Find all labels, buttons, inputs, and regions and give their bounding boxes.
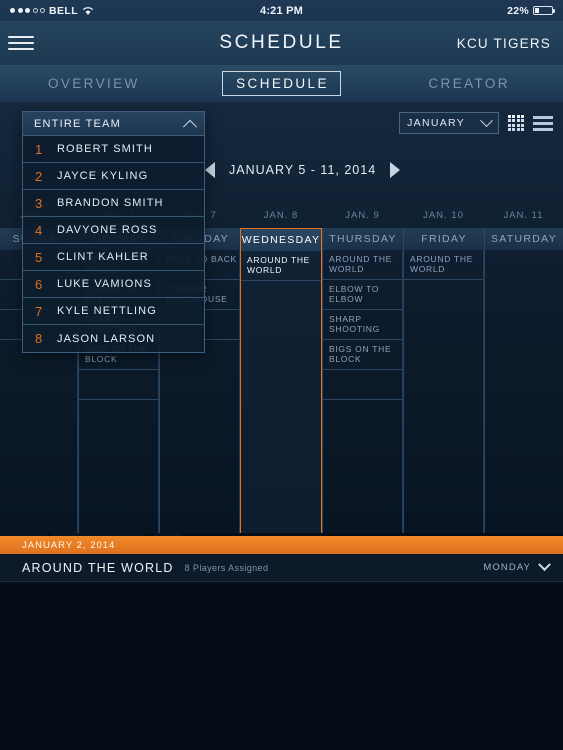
player-number: 6 [35, 276, 43, 292]
day-events: AROUND THE WORLD [241, 251, 321, 533]
players-assigned-label: 8 Players Assigned [184, 562, 269, 573]
chevron-down-icon [480, 113, 493, 127]
player-row[interactable]: 3 BRANDON SMITH [23, 190, 204, 217]
caret-right-icon[interactable] [390, 162, 401, 178]
date-label: JAN. 11 [503, 210, 544, 221]
tab-creator[interactable]: CREATOR [375, 76, 563, 91]
player-number: 3 [35, 195, 43, 211]
page-background [0, 582, 563, 750]
tab-schedule-label: SCHEDULE [222, 71, 341, 96]
month-select-value: JANUARY [407, 117, 466, 129]
day-header-label: THURSDAY [329, 233, 397, 245]
tab-bar: OVERVIEW SCHEDULE CREATOR [0, 65, 563, 103]
player-name: BRANDON SMITH [57, 197, 164, 209]
nav-bar: SCHEDULE KCU TIGERS [0, 21, 563, 65]
event-item[interactable]: SHARP SHOOTING [323, 310, 402, 340]
tab-overview-label: OVERVIEW [47, 76, 140, 91]
player-row[interactable]: 1 ROBERT SMITH [23, 136, 204, 163]
detail-date-band: JANUARY 2, 2014 [0, 536, 563, 554]
drill-detail-row[interactable]: AROUND THE WORLD 8 Players Assigned MOND… [0, 554, 563, 582]
roster-dropdown-header[interactable]: ENTIRE TEAM [23, 112, 204, 136]
player-name: ROBERT SMITH [57, 143, 153, 155]
team-roster-dropdown: ENTIRE TEAM 1 ROBERT SMITH 2 JAYCE KYLIN… [22, 111, 205, 353]
week-navigator: JANUARY 5 - 11, 2014 [205, 162, 401, 178]
tab-overview[interactable]: OVERVIEW [0, 76, 188, 91]
player-number: 4 [35, 222, 43, 238]
empty-slot[interactable] [79, 370, 158, 400]
tab-creator-label: CREATOR [428, 76, 510, 91]
day-column-thursday[interactable]: THURSDAY AROUND THE WORLD ELBOW TO ELBOW… [322, 228, 403, 533]
day-events [485, 250, 563, 533]
player-name: JAYCE KYLING [57, 170, 149, 182]
detail-date-label: JANUARY 2, 2014 [22, 539, 116, 551]
schedule-content: JANUARY JANUARY 5 - 11, 2014 JAN. 5 JAN.… [0, 103, 563, 533]
player-number: 2 [35, 168, 43, 184]
day-column-wednesday[interactable]: WEDNESDAY AROUND THE WORLD [240, 228, 322, 533]
player-row[interactable]: 6 LUKE VAMIONS [23, 271, 204, 298]
date-label: JAN. 10 [423, 210, 464, 221]
player-number: 7 [35, 303, 43, 319]
player-row[interactable]: 5 CLINT KAHLER [23, 244, 204, 271]
day-column-friday[interactable]: FRIDAY AROUND THE WORLD [403, 228, 484, 533]
player-number: 8 [35, 331, 43, 346]
clock: 4:21 PM [260, 4, 303, 17]
empty-slot[interactable] [323, 370, 402, 400]
tab-schedule[interactable]: SCHEDULE [188, 71, 376, 96]
page-title: SCHEDULE [219, 32, 344, 53]
player-name: DAVYONE ROSS [57, 224, 158, 236]
chevron-down-icon[interactable] [538, 558, 551, 572]
status-bar: BELL 4:21 PM 22% [0, 0, 563, 21]
player-row[interactable]: 2 JAYCE KYLING [23, 163, 204, 190]
detail-right-group: MONDAY [483, 558, 551, 573]
event-item[interactable]: ELBOW TO ELBOW [323, 280, 402, 310]
week-range-label: JANUARY 5 - 11, 2014 [229, 163, 377, 177]
day-events: AROUND THE WORLD [404, 250, 484, 533]
day-header-label: FRIDAY [421, 233, 467, 245]
event-item[interactable]: AROUND THE WORLD [323, 250, 402, 280]
player-name: JASON LARSON [57, 332, 156, 345]
chevron-up-icon [182, 119, 198, 134]
drill-title: AROUND THE WORLD [22, 560, 174, 575]
date-label: JAN. 9 [345, 210, 380, 221]
event-item[interactable]: BIGS ON THE BLOCK [323, 340, 402, 370]
event-item[interactable]: AROUND THE WORLD [404, 250, 483, 280]
month-select[interactable]: JANUARY [399, 112, 500, 134]
player-row[interactable]: 7 KYLE NETTLING [23, 298, 204, 325]
player-row[interactable]: 8 JASON LARSON [23, 325, 204, 352]
selected-day-left-rule [240, 228, 241, 533]
player-name: KYLE NETTLING [57, 305, 157, 317]
calendar-toolbar: JANUARY [399, 112, 553, 134]
list-view-icon[interactable] [533, 113, 553, 134]
player-number: 1 [35, 141, 43, 157]
day-column-saturday[interactable]: SATURDAY [484, 228, 563, 533]
selected-day-right-rule [321, 228, 322, 533]
caret-left-icon[interactable] [205, 162, 215, 178]
day-header-label: WEDNESDAY [241, 229, 321, 251]
roster-dropdown-label: ENTIRE TEAM [34, 117, 121, 130]
day-header-label: SATURDAY [490, 233, 558, 245]
player-row[interactable]: 4 DAVYONE ROSS [23, 217, 204, 244]
day-events: AROUND THE WORLD ELBOW TO ELBOW SHARP SH… [323, 250, 403, 533]
player-name: CLINT KAHLER [57, 251, 149, 263]
battery-icon [533, 5, 555, 16]
player-name: LUKE VAMIONS [57, 278, 152, 290]
player-number: 5 [35, 249, 43, 265]
date-label: JAN. 8 [263, 210, 299, 221]
grid-view-icon[interactable] [508, 115, 524, 131]
event-item[interactable]: AROUND THE WORLD [241, 251, 321, 281]
detail-day-label: MONDAY [483, 562, 531, 573]
